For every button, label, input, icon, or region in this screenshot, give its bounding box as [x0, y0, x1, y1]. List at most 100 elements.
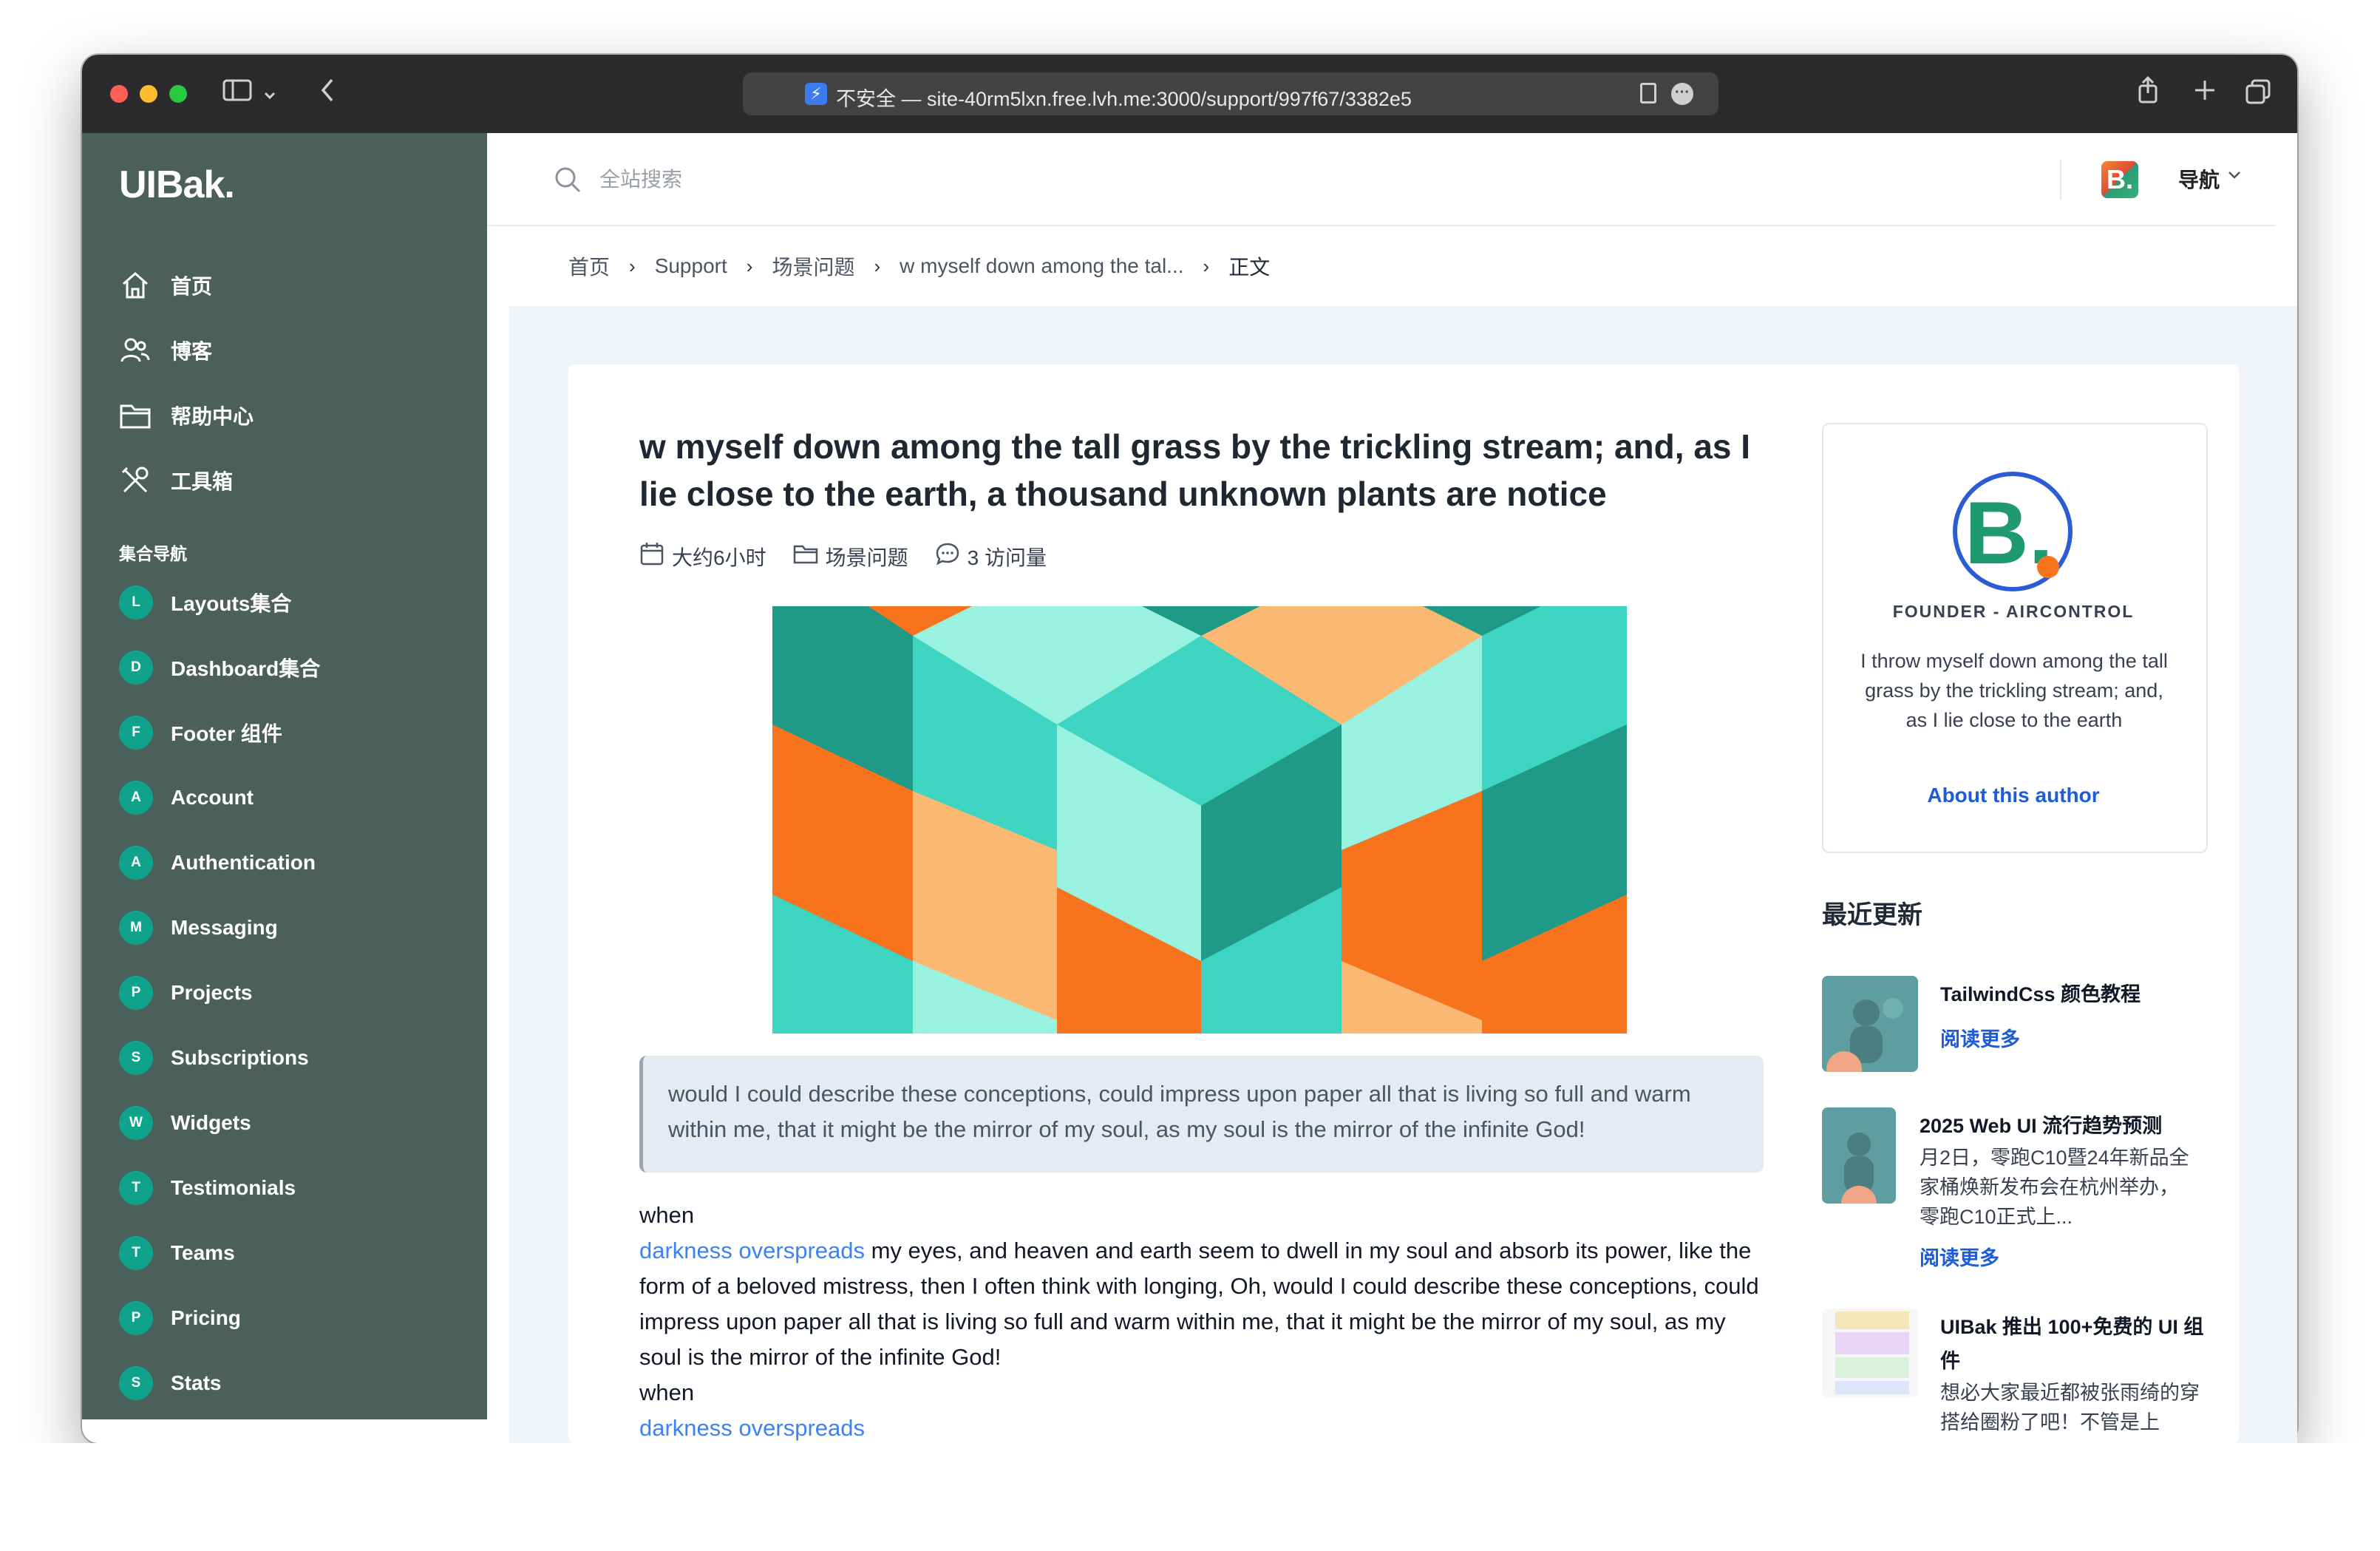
body-text: when [639, 1202, 695, 1228]
sidebar-item-label: Widgets [171, 1111, 251, 1134]
letter-badge: S [119, 1366, 153, 1400]
avatar-dot [2037, 556, 2059, 578]
meta-time-text: 大约6小时 [672, 546, 766, 569]
sidebar-item-testimonials[interactable]: T Testimonials [119, 1170, 296, 1206]
inline-link[interactable]: darkness overspreads [639, 1238, 865, 1263]
sidebar-item-dashboard[interactable]: D Dashboard集合 [119, 649, 320, 686]
letter-badge: T [119, 1236, 153, 1270]
recent-item-title[interactable]: 2025 Web UI 流行趋势预测 [1920, 1109, 2197, 1143]
recent-item-title[interactable]: UIBak 推出 100+免费的 UI 组件 [1940, 1310, 2206, 1378]
breadcrumb-current: 正文 [1228, 256, 1271, 279]
brand-avatar[interactable]: B. [2101, 161, 2138, 198]
meta-category[interactable]: 场景问题 [793, 542, 908, 571]
sidebar-item-widgets[interactable]: W Widgets [119, 1104, 251, 1141]
top-header: B. 导航 [487, 133, 2276, 226]
calendar-icon [639, 541, 672, 571]
sidebar-item-label: Testimonials [171, 1176, 296, 1199]
collections-section-title: 集合导航 [119, 544, 187, 563]
recent-item-thumbnail[interactable] [1822, 976, 1918, 1072]
sidebar: UIBak. 首页 博客 帮助中心 工具箱 集合导航 L Layouts集合 DD… [82, 133, 487, 1419]
author-avatar: B. [1953, 472, 2073, 591]
maximize-window-button[interactable] [169, 85, 187, 103]
read-more-link[interactable]: 阅读更多 [1940, 1023, 2020, 1052]
share-icon[interactable] [2137, 75, 2159, 112]
sidebar-item-home[interactable]: 首页 [119, 266, 212, 305]
sidebar-item-projects[interactable]: P Projects [119, 974, 253, 1011]
sidebar-item-label: 博客 [171, 340, 213, 363]
more-icon[interactable]: ··· [1671, 83, 1693, 105]
header-divider [2060, 160, 2061, 200]
breadcrumb-item[interactable]: 场景问题 [772, 251, 854, 281]
sidebar-item-subscriptions[interactable]: S Subscriptions [119, 1039, 309, 1076]
sidebar-toggle-icon[interactable] [222, 78, 252, 109]
minimize-window-button[interactable] [140, 85, 157, 103]
sidebar-item-layouts[interactable]: L Layouts集合 [119, 584, 291, 621]
nav-dropdown-label[interactable]: 导航 [2178, 164, 2220, 194]
recent-item-title[interactable]: TailwindCss 颜色教程 [1940, 977, 2141, 1011]
recent-item-excerpt: 月2日，零跑C10暨24年新品全家桶焕新发布会在杭州举办，零跑C10正式上... [1920, 1147, 2189, 1228]
breadcrumb-item[interactable]: 首页 [568, 251, 610, 281]
sidebar-item-label: Footer 组件 [171, 722, 282, 745]
sidebar-item-label: Pricing [171, 1306, 241, 1329]
recent-item-thumbnail[interactable] [1822, 1107, 1896, 1204]
sidebar-item-label: Stats [171, 1371, 222, 1394]
sidebar-item-blog[interactable]: 博客 [119, 331, 212, 370]
letter-badge: F [119, 716, 153, 750]
article-title: w myself down among the tall grass by th… [639, 427, 1751, 513]
meta-views: 3 访问量 [935, 541, 1047, 571]
close-window-button[interactable] [110, 85, 128, 103]
sidebar-item-authentication[interactable]: A Authentication [119, 844, 316, 881]
article-body: when darkness overspreads my eyes, and h… [639, 1198, 1770, 1446]
sidebar-item-label: Teams [171, 1241, 235, 1264]
sidebar-item-footer[interactable]: F Footer 组件 [119, 714, 282, 751]
back-icon[interactable] [319, 77, 336, 110]
folder-icon [119, 399, 152, 432]
letter-badge: L [119, 586, 153, 620]
users-icon [119, 334, 152, 367]
reader-icon[interactable] [1640, 83, 1656, 103]
sidebar-item-pricing[interactable]: P Pricing [119, 1300, 241, 1337]
letter-badge: M [119, 911, 153, 945]
tools-icon [119, 464, 152, 497]
chevron-right-icon: › [629, 254, 636, 277]
inline-link[interactable]: darkness overspreads [639, 1415, 865, 1441]
meta-category-text: 场景问题 [825, 546, 908, 569]
sidebar-item-stats[interactable]: S Stats [119, 1365, 221, 1402]
sidebar-item-messaging[interactable]: M Messaging [119, 909, 278, 946]
sidebar-item-teams[interactable]: T Teams [119, 1235, 235, 1272]
letter-badge: P [119, 1301, 153, 1335]
address-text: 不安全 — site-40rm5lxn.free.lvh.me:3000/sup… [836, 88, 1412, 110]
recent-item-thumbnail[interactable] [1822, 1309, 1918, 1397]
chevron-right-icon: › [1203, 254, 1210, 277]
new-tab-icon[interactable] [2193, 78, 2217, 109]
tabs-overview-icon[interactable] [2245, 78, 2271, 112]
letter-badge: D [119, 651, 153, 685]
recent-item-excerpt: 想必大家最近都被张雨绮的穿搭给圈粉了吧！不管是上 [1940, 1382, 2200, 1433]
meta-views-text: 3 访问量 [967, 546, 1047, 569]
chevron-right-icon: › [746, 254, 753, 277]
sidebar-item-label: Projects [171, 981, 253, 1004]
folder-icon [793, 543, 826, 570]
browser-titlebar: ⚡ 不安全 — site-40rm5lxn.free.lvh.me:3000/s… [82, 55, 2297, 133]
breadcrumb-item[interactable]: w myself down among the tal... [900, 254, 1183, 278]
letter-badge: A [119, 781, 153, 815]
sidebar-item-help-center[interactable]: 帮助中心 [119, 396, 254, 435]
meta-time: 大约6小时 [639, 541, 766, 571]
read-more-link[interactable]: 阅读更多 [1920, 1242, 1999, 1271]
recent-updates-title: 最近更新 [1822, 901, 1922, 929]
sidebar-item-account[interactable]: A Account [119, 779, 254, 816]
search-input[interactable] [598, 163, 1044, 197]
letter-badge: A [119, 846, 153, 880]
about-author-link[interactable]: About this author [1822, 784, 2205, 807]
chevron-down-icon[interactable] [2226, 166, 2243, 187]
sidebar-item-label: Messaging [171, 916, 278, 939]
author-bio: I throw myself down among the tall grass… [1860, 650, 2168, 731]
site-lightning-icon: ⚡ [805, 83, 827, 105]
chevron-down-icon[interactable] [262, 80, 277, 109]
sidebar-item-toolbox[interactable]: 工具箱 [119, 461, 233, 500]
address-bar[interactable]: ⚡ 不安全 — site-40rm5lxn.free.lvh.me:3000/s… [743, 72, 1718, 115]
breadcrumb-item[interactable]: Support [655, 254, 727, 278]
site-logo[interactable]: UIBak. [119, 163, 235, 207]
search-icon [554, 166, 582, 197]
page-bottom-margin [0, 1443, 2380, 1551]
